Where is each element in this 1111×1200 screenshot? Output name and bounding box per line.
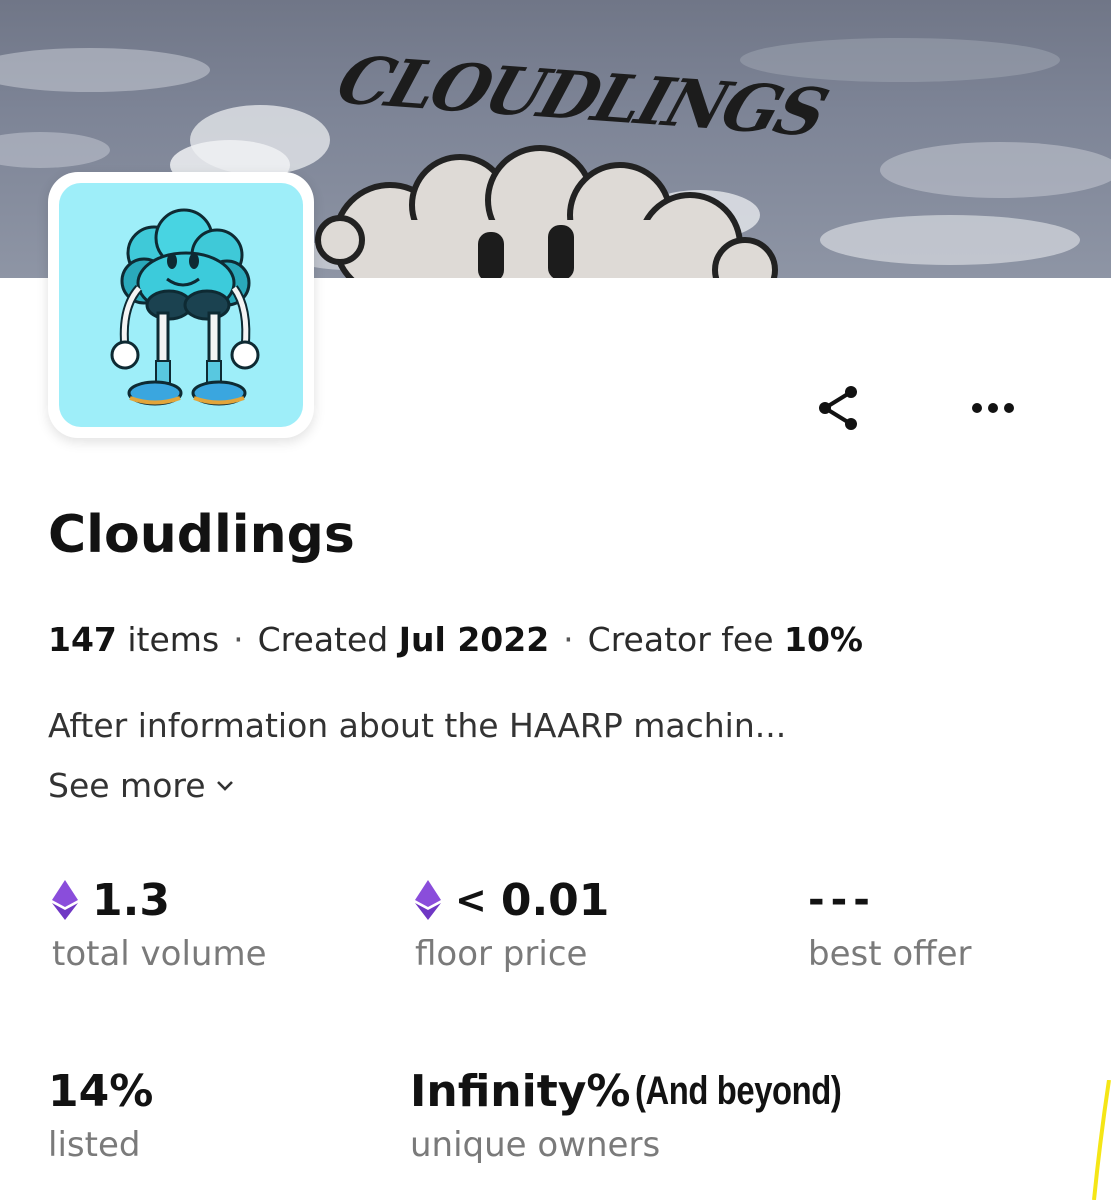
more-options-icon xyxy=(972,403,1014,413)
listed-value: 14% xyxy=(48,1065,154,1117)
stat-total-volume: 1.3 total volume xyxy=(52,872,267,974)
best-offer-label: best offer xyxy=(808,934,972,974)
listed-label: listed xyxy=(48,1125,141,1165)
cloud-mascot-icon xyxy=(110,208,260,406)
collection-title: Cloudlings xyxy=(48,505,355,565)
items-count: 147 xyxy=(48,620,117,659)
items-label: items xyxy=(127,620,220,659)
floor-price-value: 0.01 xyxy=(500,874,610,926)
more-options-button[interactable] xyxy=(963,378,1023,438)
best-offer-value: --- xyxy=(808,877,876,923)
floor-price-prefix: < xyxy=(455,878,487,922)
collection-avatar xyxy=(48,172,314,438)
unique-owners-annotation: (And beyond) xyxy=(634,1068,842,1113)
yellow-scribble-decoration xyxy=(1092,1080,1111,1200)
stat-floor-price: < 0.01 floor price xyxy=(415,872,609,974)
collection-meta: 147 items · Created Jul 2022 · Creator fee 1… xyxy=(48,620,863,659)
floor-price-label: floor price xyxy=(415,934,588,974)
share-button[interactable] xyxy=(808,378,868,438)
banner-cloud-character xyxy=(315,145,778,278)
avatar-image xyxy=(59,183,303,427)
total-volume-value: 1.3 xyxy=(92,874,170,926)
chevron-down-icon xyxy=(216,780,233,791)
meta-separator: · xyxy=(233,620,244,659)
stat-unique-owners: Infinity% (And beyond) unique owners xyxy=(410,1063,886,1166)
ethereum-icon xyxy=(415,880,441,920)
unique-owners-label: unique owners xyxy=(410,1125,661,1165)
stat-best-offer: --- best offer xyxy=(808,872,971,974)
unique-owners-value: Infinity% xyxy=(410,1065,631,1117)
meta-separator: · xyxy=(563,620,574,659)
creator-fee-value: 10% xyxy=(784,620,863,659)
share-icon xyxy=(819,386,857,430)
ethereum-icon xyxy=(52,880,78,920)
creator-fee-label: Creator fee xyxy=(587,620,774,659)
see-more-label: See more xyxy=(48,766,206,805)
see-more-button[interactable]: See more xyxy=(48,766,234,805)
collection-description: After information about the HAARP machin… xyxy=(48,706,787,745)
created-label: Created xyxy=(257,620,389,659)
total-volume-label: total volume xyxy=(52,934,267,974)
stat-listed: 14% listed xyxy=(48,1063,154,1166)
created-date: Jul 2022 xyxy=(398,620,550,659)
